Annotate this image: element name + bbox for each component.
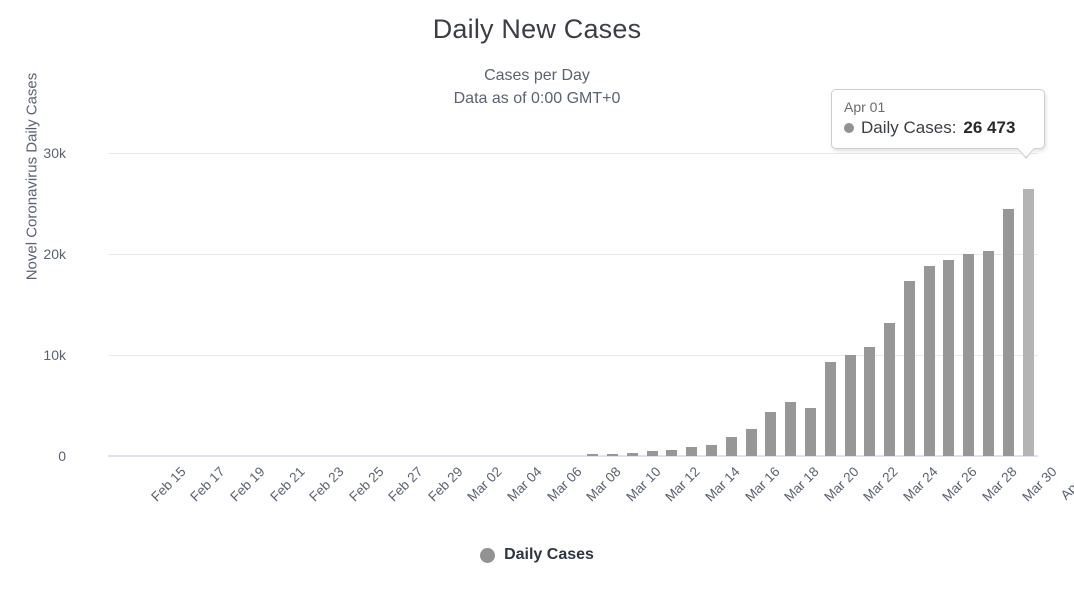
bar-mar-23[interactable] <box>844 355 856 456</box>
bar-mar-12[interactable] <box>626 452 638 456</box>
tooltip-series-label: Daily Cases: <box>861 118 957 137</box>
x-axis-tick-label: Feb 27 <box>385 464 426 505</box>
tooltip-row: Daily Cases: 26 473 <box>844 118 1032 138</box>
x-axis-tick-label: Feb 15 <box>148 464 189 505</box>
x-axis-tick-label: Feb 25 <box>346 464 387 505</box>
bar-mar-14[interactable] <box>666 449 678 456</box>
x-axis-tick-label: Mar 20 <box>820 464 862 505</box>
x-axis-baseline <box>108 455 1038 457</box>
tooltip-series-dot-icon <box>844 123 854 133</box>
x-axis-tick-label: Mar 02 <box>464 464 506 505</box>
bar-apr-01[interactable] <box>1022 188 1034 456</box>
bar-mar-29[interactable] <box>963 254 975 456</box>
x-axis-tick-label: Feb 21 <box>266 464 308 505</box>
gridline-10k <box>108 355 1038 357</box>
y-axis-title: Novel Coronavirus Daily Cases <box>23 72 41 281</box>
plot-area <box>108 128 1038 457</box>
bar-mar-21[interactable] <box>804 407 816 456</box>
bar-mar-24[interactable] <box>864 347 876 456</box>
x-axis-tick-label: Feb 29 <box>425 464 466 505</box>
x-axis-tick-label: Mar 16 <box>741 464 783 505</box>
bar-mar-25[interactable] <box>884 322 896 456</box>
y-axis-tick-label: 10k <box>43 347 66 364</box>
x-axis-tick-label: Mar 10 <box>623 464 664 505</box>
x-axis-tick-label: Mar 06 <box>543 464 585 505</box>
chart-legend: Daily Cases <box>0 546 1074 564</box>
x-axis-tick-label: Mar 08 <box>583 464 624 505</box>
bar-mar-13[interactable] <box>646 450 658 456</box>
x-axis-tick-label: Mar 14 <box>702 464 743 505</box>
bar-mar-31[interactable] <box>1002 208 1014 456</box>
x-axis-tick-label: Mar 26 <box>939 464 981 505</box>
bar-mar-20[interactable] <box>785 401 797 456</box>
x-axis-tick-label: Mar 28 <box>979 464 1020 505</box>
gridline-20k <box>108 254 1038 256</box>
x-axis-tick-label: Mar 22 <box>860 464 901 505</box>
legend-item-label: Daily Cases <box>504 546 594 563</box>
bar-mar-11[interactable] <box>607 454 619 456</box>
x-axis-tick-label: Mar 24 <box>900 464 941 505</box>
x-axis-tick-label: Apr 01 <box>1057 464 1074 503</box>
y-axis-tick-label: 30k <box>43 145 66 162</box>
bar-mar-22[interactable] <box>824 362 836 456</box>
bar-mar-27[interactable] <box>923 266 935 456</box>
legend-item[interactable]: Daily Cases <box>480 546 594 564</box>
x-axis-tick-label: Feb 23 <box>306 464 347 505</box>
x-axis-tick-label: Mar 18 <box>781 464 822 505</box>
chart-subtitle-line-1: Cases per Day <box>484 67 590 84</box>
bar-mar-15[interactable] <box>686 446 698 456</box>
bar-mar-10[interactable] <box>587 453 599 456</box>
daily-new-cases-chart: Daily New Cases Cases per Day Data as of… <box>0 0 1074 593</box>
bar-mar-17[interactable] <box>725 436 737 456</box>
legend-marker-icon <box>480 547 496 563</box>
bar-mar-16[interactable] <box>706 444 717 456</box>
bar-mar-30[interactable] <box>983 251 995 456</box>
x-axis-tick-label: Mar 12 <box>662 464 703 505</box>
y-axis-tick-label: 20k <box>43 246 66 263</box>
bar-mar-18[interactable] <box>745 428 757 456</box>
bar-mar-28[interactable] <box>943 260 955 456</box>
x-axis-tick-label: Feb 19 <box>227 464 268 505</box>
tooltip-value: 26 473 <box>963 118 1016 137</box>
gridline-30k <box>108 153 1038 155</box>
y-axis-tick-label: 0 <box>58 448 66 464</box>
x-axis-tick-label: Mar 04 <box>504 464 545 505</box>
chart-title: Daily New Cases <box>432 14 642 44</box>
bar-mar-26[interactable] <box>903 281 915 456</box>
x-axis-tick-label: Mar 30 <box>1018 464 1060 505</box>
bar-mar-19[interactable] <box>765 411 777 456</box>
tooltip-header: Apr 01 <box>844 99 886 115</box>
x-axis-tick-label: Feb 17 <box>187 464 229 505</box>
chart-tooltip: Apr 01 Daily Cases: 26 473 <box>831 89 1045 159</box>
